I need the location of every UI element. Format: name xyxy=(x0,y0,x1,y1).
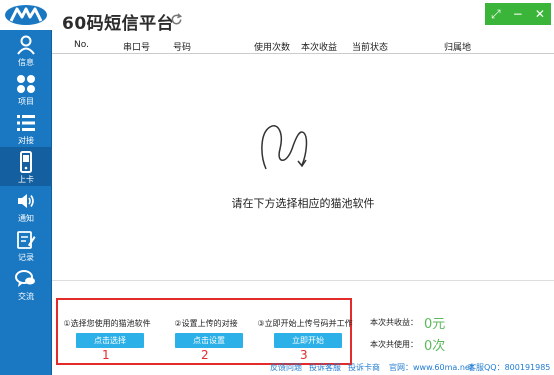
sidebar: 信息 项目 对接 上卡 通知 记录 交流 xyxy=(0,0,52,375)
website-link[interactable]: 官网：www.60ma.net xyxy=(389,362,473,373)
complaint-support-link[interactable]: 投诉客服 xyxy=(309,362,341,373)
column-header: 当前状态 xyxy=(352,43,389,53)
usage-value: 0次 xyxy=(424,338,446,354)
sidebar-item-docking[interactable]: 对接 xyxy=(0,108,52,147)
sidebar-item-chat[interactable]: 交流 xyxy=(0,264,52,303)
table-header: No. 串口号 号码 使用次数 本次收益 当前状态 归属地 xyxy=(52,37,554,54)
step-label: ③立即开始上传号码并工作 xyxy=(257,319,353,328)
chat-icon xyxy=(14,267,38,291)
logo xyxy=(0,0,52,30)
user-icon xyxy=(14,33,38,57)
swirl-arrow-icon xyxy=(261,125,308,170)
step-2: ②设置上传的对接 点击设置 2 xyxy=(157,300,255,363)
sidebar-item-record[interactable]: 记录 xyxy=(0,225,52,264)
note-icon xyxy=(14,228,38,252)
sidebar-item-label: 通知 xyxy=(18,213,34,223)
sidebar-item-notice[interactable]: 通知 xyxy=(0,186,52,225)
step-3: ③立即开始上传号码并工作 立即开始 3 xyxy=(256,300,354,363)
steps-box: ①选择您使用的猫池软件 点击选择 1 ②设置上传的对接 点击设置 2 ③立即开始… xyxy=(56,298,354,365)
sidebar-item-label: 上卡 xyxy=(18,174,34,184)
step-1: ①选择您使用的猫池软件 点击选择 1 xyxy=(58,300,156,363)
column-header: 号码 xyxy=(173,43,192,53)
page-title: 60码短信平台 xyxy=(62,14,175,34)
step-number: 1 xyxy=(102,348,110,362)
step-number: 2 xyxy=(201,348,209,362)
logo-icon xyxy=(5,5,47,25)
column-header: 使用次数 xyxy=(254,43,291,53)
column-header: 串口号 xyxy=(123,43,151,53)
step-label: ①选择您使用的猫池软件 xyxy=(63,319,151,328)
setup-docking-button[interactable]: 点击设置 xyxy=(175,333,243,348)
close-icon[interactable]: ✕ xyxy=(535,8,545,20)
income-label: 本次共收益： xyxy=(370,317,418,327)
speaker-icon xyxy=(14,189,38,213)
sidebar-item-info[interactable]: 信息 xyxy=(0,30,52,69)
step-label: ②设置上传的对接 xyxy=(174,319,238,328)
sidebar-item-label: 交流 xyxy=(18,291,34,301)
list-icon xyxy=(14,111,38,135)
expand-icon[interactable]: ⤢ xyxy=(491,8,501,20)
usage-row: 本次共使用： 0次 xyxy=(370,333,445,355)
complaint-merchant-link[interactable]: 投诉卡商 xyxy=(348,362,380,373)
window-controls: ⤢ − ✕ xyxy=(485,3,551,25)
feedback-link[interactable]: 反馈问题 xyxy=(270,362,302,373)
select-software-button[interactable]: 点击选择 xyxy=(76,333,144,348)
usage-label: 本次共使用： xyxy=(370,339,418,349)
column-header: No. xyxy=(74,40,89,50)
sidebar-item-card[interactable]: 上卡 xyxy=(0,147,52,186)
start-now-button[interactable]: 立即开始 xyxy=(274,333,342,348)
footer: 反馈问题 投诉客服 投诉卡商 官网：www.60ma.net 客服QQ：8001… xyxy=(52,361,554,375)
sidebar-item-label: 信息 xyxy=(18,57,34,67)
stats-panel: 本次共收益： 0元 本次共使用： 0次 xyxy=(370,311,445,355)
refresh-icon[interactable] xyxy=(170,13,183,26)
step-number: 3 xyxy=(300,348,308,362)
phone-icon xyxy=(14,150,38,174)
sidebar-item-label: 项目 xyxy=(18,96,34,106)
column-header: 本次收益 xyxy=(301,43,338,53)
sidebar-item-label: 记录 xyxy=(18,252,34,262)
empty-state: 请在下方选择相应的猫池软件 xyxy=(52,54,554,280)
support-qq-link[interactable]: 客服QQ：800191985 xyxy=(468,362,550,373)
bottom-panel: ①选择您使用的猫池软件 点击选择 1 ②设置上传的对接 点击设置 2 ③立即开始… xyxy=(52,280,554,365)
sidebar-item-label: 对接 xyxy=(18,135,34,145)
sidebar-item-project[interactable]: 项目 xyxy=(0,69,52,108)
grid-icon xyxy=(14,72,38,96)
column-header: 归属地 xyxy=(444,43,472,53)
income-value: 0元 xyxy=(424,316,446,332)
empty-state-message: 请在下方选择相应的猫池软件 xyxy=(231,197,375,210)
main-panel: 60码短信平台 ⤢ − ✕ No. 串口号 号码 使用次数 本次收益 当前状态 … xyxy=(52,0,554,375)
income-row: 本次共收益： 0元 xyxy=(370,311,445,333)
minimize-icon[interactable]: − xyxy=(513,8,523,20)
